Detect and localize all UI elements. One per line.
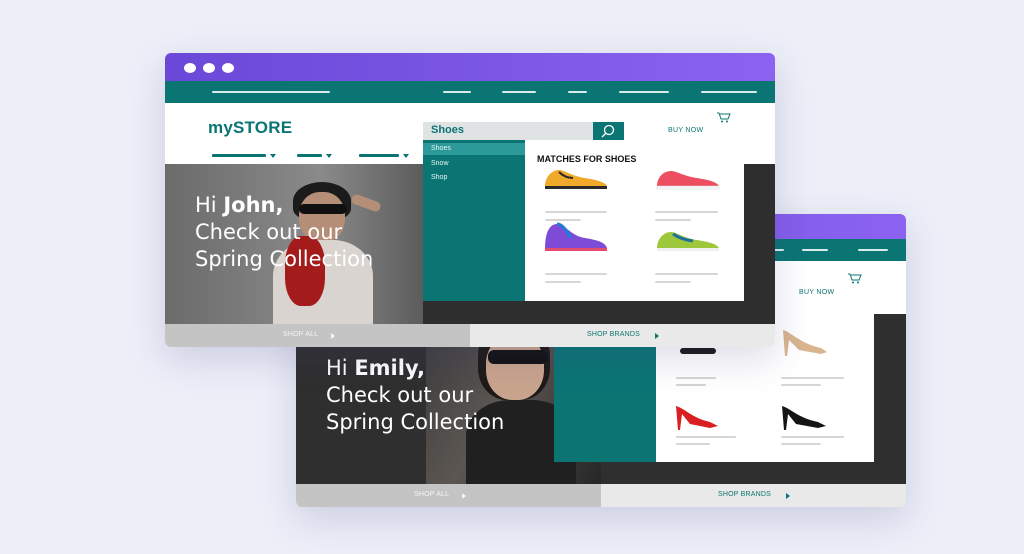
menu-item[interactable] bbox=[359, 154, 399, 157]
menu-item[interactable] bbox=[297, 154, 322, 157]
black-shoe-partial[interactable] bbox=[680, 348, 716, 354]
search-button[interactable] bbox=[593, 122, 624, 140]
nude-heel-image[interactable] bbox=[781, 326, 829, 360]
suggestion-item[interactable]: Shoes bbox=[423, 143, 525, 155]
cart-icon[interactable] bbox=[848, 273, 862, 284]
nav-link[interactable] bbox=[568, 91, 587, 93]
nav-link[interactable] bbox=[443, 91, 471, 93]
window-dot[interactable] bbox=[203, 63, 215, 73]
buy-now-link[interactable]: BUY NOW bbox=[799, 289, 834, 296]
hero-greeting: Hi Emily, Check out our Spring Collectio… bbox=[326, 356, 505, 434]
red-heel-image[interactable] bbox=[674, 402, 720, 432]
pink-sneaker-image[interactable] bbox=[653, 166, 723, 192]
yellow-sneaker-image[interactable] bbox=[541, 166, 611, 192]
nav-link[interactable] bbox=[858, 249, 888, 251]
purple-sneaker-image[interactable] bbox=[541, 220, 611, 256]
shop-brands-button[interactable]: SHOP BRANDS bbox=[601, 484, 906, 507]
search-suggestions: Shoes Snow Shop bbox=[423, 140, 525, 301]
hero-footer: SHOP ALL SHOP BRANDS bbox=[296, 484, 906, 507]
nav-link[interactable] bbox=[802, 249, 828, 251]
play-triangle-icon bbox=[786, 493, 790, 499]
suggestion-item[interactable]: Snow bbox=[423, 158, 525, 170]
titlebar bbox=[165, 53, 775, 81]
nav-link[interactable] bbox=[502, 91, 536, 93]
search-input[interactable]: Shoes bbox=[423, 122, 593, 140]
play-triangle-icon bbox=[462, 493, 466, 499]
top-nav-bar bbox=[165, 81, 775, 103]
black-heel-image[interactable] bbox=[780, 402, 828, 432]
window-dot[interactable] bbox=[184, 63, 196, 73]
shop-all-button[interactable]: SHOP ALL bbox=[165, 324, 470, 347]
nav-link[interactable] bbox=[619, 91, 669, 93]
shop-brands-button[interactable]: SHOP BRANDS bbox=[470, 324, 775, 347]
store-logo[interactable]: mySTORE bbox=[208, 118, 292, 138]
caret-down-icon bbox=[270, 154, 276, 158]
nav-link[interactable] bbox=[701, 91, 757, 93]
search-icon bbox=[601, 124, 615, 138]
suggestion-item[interactable]: Shop bbox=[423, 172, 525, 184]
buy-now-link[interactable]: BUY NOW bbox=[668, 127, 703, 134]
matches-title: MATCHES FOR SHOES bbox=[537, 154, 637, 164]
browser-window-front: mySTORE BUY NOW Hi John, Check out our S… bbox=[165, 53, 775, 347]
hero-footer: SHOP ALL SHOP BRANDS bbox=[165, 324, 775, 347]
play-triangle-icon bbox=[331, 333, 335, 339]
cart-icon[interactable] bbox=[717, 112, 731, 123]
caret-down-icon bbox=[403, 154, 409, 158]
menu-item[interactable] bbox=[212, 154, 266, 157]
hero-greeting: Hi John, Check out our Spring Collection bbox=[195, 193, 374, 271]
search-results-panel: MATCHES FOR SHOES bbox=[525, 140, 744, 301]
caret-down-icon bbox=[326, 154, 332, 158]
green-sneaker-image[interactable] bbox=[653, 226, 723, 256]
nav-link[interactable] bbox=[212, 91, 330, 93]
window-dot[interactable] bbox=[222, 63, 234, 73]
play-triangle-icon bbox=[655, 333, 659, 339]
shop-all-button[interactable]: SHOP ALL bbox=[296, 484, 601, 507]
